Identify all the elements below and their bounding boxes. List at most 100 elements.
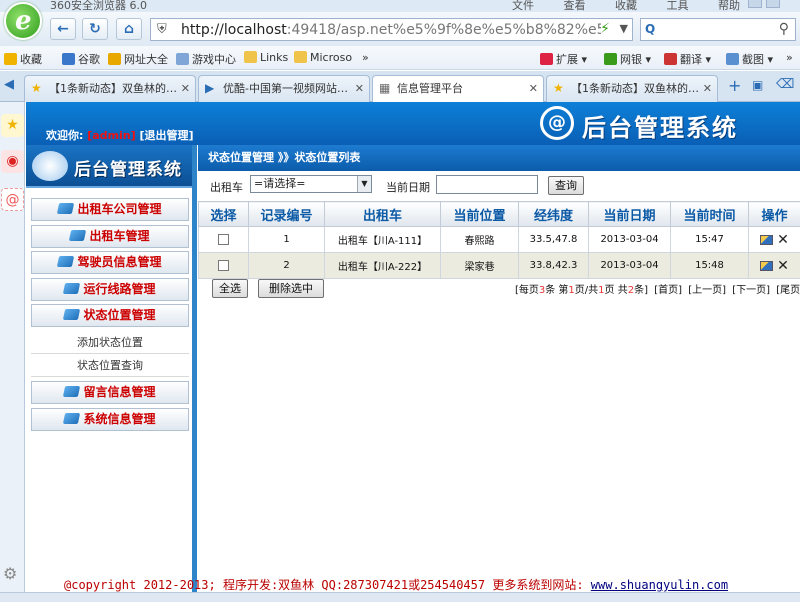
menu-messages[interactable]: 留言信息管理 — [31, 381, 189, 404]
favorite-label: 游戏中心 — [192, 53, 236, 66]
browser-tab[interactable]: ▶ 优酷-中国第一视频网站… ✕ — [198, 75, 370, 102]
menu-view[interactable]: 查看 — [564, 0, 586, 12]
menu-driver[interactable]: 驾驶员信息管理 — [31, 251, 189, 274]
browser-tab-bar: ◀ ★ 【1条新动态】双鱼林的… ✕ ▶ 优酷-中国第一视频网站… ✕ ▦ 信息… — [0, 71, 800, 103]
favorite-sites[interactable]: 网址大全 — [108, 51, 168, 67]
date-input[interactable] — [436, 175, 538, 194]
chevron-down-icon: ▼ — [357, 176, 371, 192]
menu-tools[interactable]: 工具 — [667, 0, 689, 12]
query-button[interactable]: 查询 — [548, 176, 584, 195]
taxi-select[interactable]: =请选择= ▼ — [250, 175, 372, 193]
sidebar-toggle-icon[interactable]: ◀ — [4, 77, 14, 92]
current-date: 2013-03-04 — [588, 252, 671, 279]
taxi-name: 出租车【川A-111】 — [324, 226, 441, 253]
toolbar-overflow[interactable]: » — [786, 51, 793, 64]
favorite-microsoft[interactable]: Microso — [294, 51, 352, 64]
search-icon[interactable]: ⚲ — [779, 21, 789, 37]
prev-page-link[interactable]: [上一页] — [688, 285, 726, 296]
row-checkbox[interactable] — [218, 259, 229, 271]
record-id: 1 — [248, 226, 325, 253]
menu-system-info[interactable]: 系统信息管理 — [31, 408, 189, 431]
minimize-button[interactable] — [748, 0, 762, 8]
row-checkbox[interactable] — [218, 233, 229, 245]
close-icon[interactable]: ✕ — [703, 76, 712, 101]
delete-icon[interactable]: ✕ — [777, 258, 789, 274]
search-box[interactable]: Q ⚲ — [640, 18, 796, 41]
search-engine-icon[interactable]: Q — [645, 22, 655, 36]
select-all-button[interactable]: 全选 — [212, 279, 248, 298]
logout-link[interactable]: [退出管理] — [140, 129, 194, 142]
favorite-collect[interactable]: 收藏 — [4, 51, 42, 67]
edit-icon[interactable] — [760, 260, 774, 271]
refresh-button[interactable]: ↻ — [82, 18, 108, 40]
taxi-name: 出租车【川A-222】 — [324, 252, 441, 279]
favorites-overflow[interactable]: » — [362, 51, 369, 64]
back-button[interactable]: ← — [50, 18, 76, 40]
star-icon: ★ — [553, 81, 564, 95]
extensions-button[interactable]: 扩展 ▾ — [540, 51, 587, 67]
menu-file[interactable]: 文件 — [512, 0, 534, 12]
translate-button[interactable]: 翻译 ▾ — [664, 51, 711, 67]
delete-icon[interactable]: ✕ — [777, 232, 789, 248]
settings-gear-icon[interactable]: ⚙ — [3, 564, 17, 583]
address-bar[interactable]: ⛨ http://localhost:49418/asp.net%e5%9f%8… — [150, 18, 633, 41]
copyright-text: @copyright 2012-2013; 程序开发:双鱼林 QQ:287307… — [64, 578, 584, 592]
browser-tab[interactable]: ★ 【1条新动态】双鱼林的… ✕ — [546, 75, 718, 102]
restore-tab-icon[interactable]: ▣ — [752, 78, 763, 92]
submenu-add-status[interactable]: 添加状态位置 — [31, 332, 189, 354]
menu-icon — [63, 413, 81, 424]
edit-icon[interactable] — [760, 234, 774, 245]
address-host: http://localhost — [181, 22, 287, 38]
trash-icon[interactable]: ⌫ — [776, 77, 794, 92]
browser-tab-active[interactable]: ▦ 信息管理平台 ✕ — [372, 75, 544, 103]
menu-taxi[interactable]: 出租车管理 — [31, 225, 189, 248]
favorite-links[interactable]: Links — [244, 51, 288, 64]
favorites-star-icon[interactable]: ★ — [1, 114, 24, 137]
menu-route[interactable]: 运行线路管理 — [31, 278, 189, 301]
at-logo-icon: @ — [540, 106, 574, 140]
address-text[interactable]: http://localhost:49418/asp.net%e5%9f%8e%… — [181, 22, 601, 38]
status-location-table: 选择 记录编号 出租车 当前位置 经纬度 当前日期 当前时间 操作 1 出租车【… — [198, 201, 800, 279]
weibo-icon[interactable]: ◉ — [1, 150, 24, 173]
row-select-cell — [198, 252, 249, 279]
column-header: 记录编号 — [248, 201, 325, 227]
lightning-icon[interactable]: ⚡ — [600, 21, 610, 37]
page-header: 欢迎你: [admin] [退出管理] @ 后台管理系统 — [26, 102, 800, 145]
column-header: 操作 — [748, 201, 800, 227]
chevron-down-icon[interactable]: ▼ — [620, 22, 628, 35]
home-button[interactable]: ⌂ — [116, 18, 142, 40]
table-row: 2 出租车【川A-222】 梁家巷 33.8,42.3 2013-03-04 1… — [198, 252, 800, 279]
pager-text: 页 共 — [604, 285, 628, 296]
tool-label: 扩展 — [556, 53, 578, 66]
menu-icon — [57, 256, 75, 267]
menu-label: 留言信息管理 — [83, 385, 156, 399]
banking-button[interactable]: 网银 ▾ — [604, 51, 651, 67]
website-link[interactable]: www.shuangyulin.com — [591, 578, 728, 592]
favorite-games[interactable]: 游戏中心 — [176, 51, 236, 67]
shield-icon: ⛨ — [157, 22, 167, 37]
screenshot-button[interactable]: 截图 ▾ — [726, 51, 773, 67]
main-content: 状态位置管理 》》状态位置列表 出租车 =请选择= ▼ 当前日期 查询 选择 记… — [198, 145, 800, 592]
admin-sidebar: 后台管理系统 出租车公司管理 出租车管理 驾驶员信息管理 运行线路管理 状态位置… — [26, 145, 197, 592]
favorite-google[interactable]: 谷歌 — [62, 51, 100, 67]
new-tab-icon[interactable]: + — [728, 76, 741, 95]
menu-favorites[interactable]: 收藏 — [615, 0, 637, 12]
delete-selected-button[interactable]: 删除选中 — [258, 279, 324, 298]
first-page-link[interactable]: [首页] — [654, 285, 682, 296]
tool-label: 截图 — [742, 53, 764, 66]
next-page-link[interactable]: [下一页] — [732, 285, 770, 296]
current-time: 15:48 — [670, 252, 749, 279]
submenu-query-status[interactable]: 状态位置查询 — [31, 355, 189, 377]
close-icon[interactable]: ✕ — [529, 76, 538, 101]
close-icon[interactable]: ✕ — [181, 76, 190, 101]
menu-status-location[interactable]: 状态位置管理 — [31, 304, 189, 327]
maximize-button[interactable] — [766, 0, 780, 8]
mail-icon[interactable]: @ — [1, 188, 24, 211]
menu-help[interactable]: 帮助 — [718, 0, 740, 12]
row-actions: ✕ — [748, 252, 800, 279]
browser-tab[interactable]: ★ 【1条新动态】双鱼林的… ✕ — [24, 75, 196, 102]
close-icon[interactable]: ✕ — [355, 76, 364, 101]
last-page-link[interactable]: [尾页] — [776, 285, 800, 296]
menu-taxi-company[interactable]: 出租车公司管理 — [31, 198, 189, 221]
tool-label: 网银 — [620, 53, 642, 66]
